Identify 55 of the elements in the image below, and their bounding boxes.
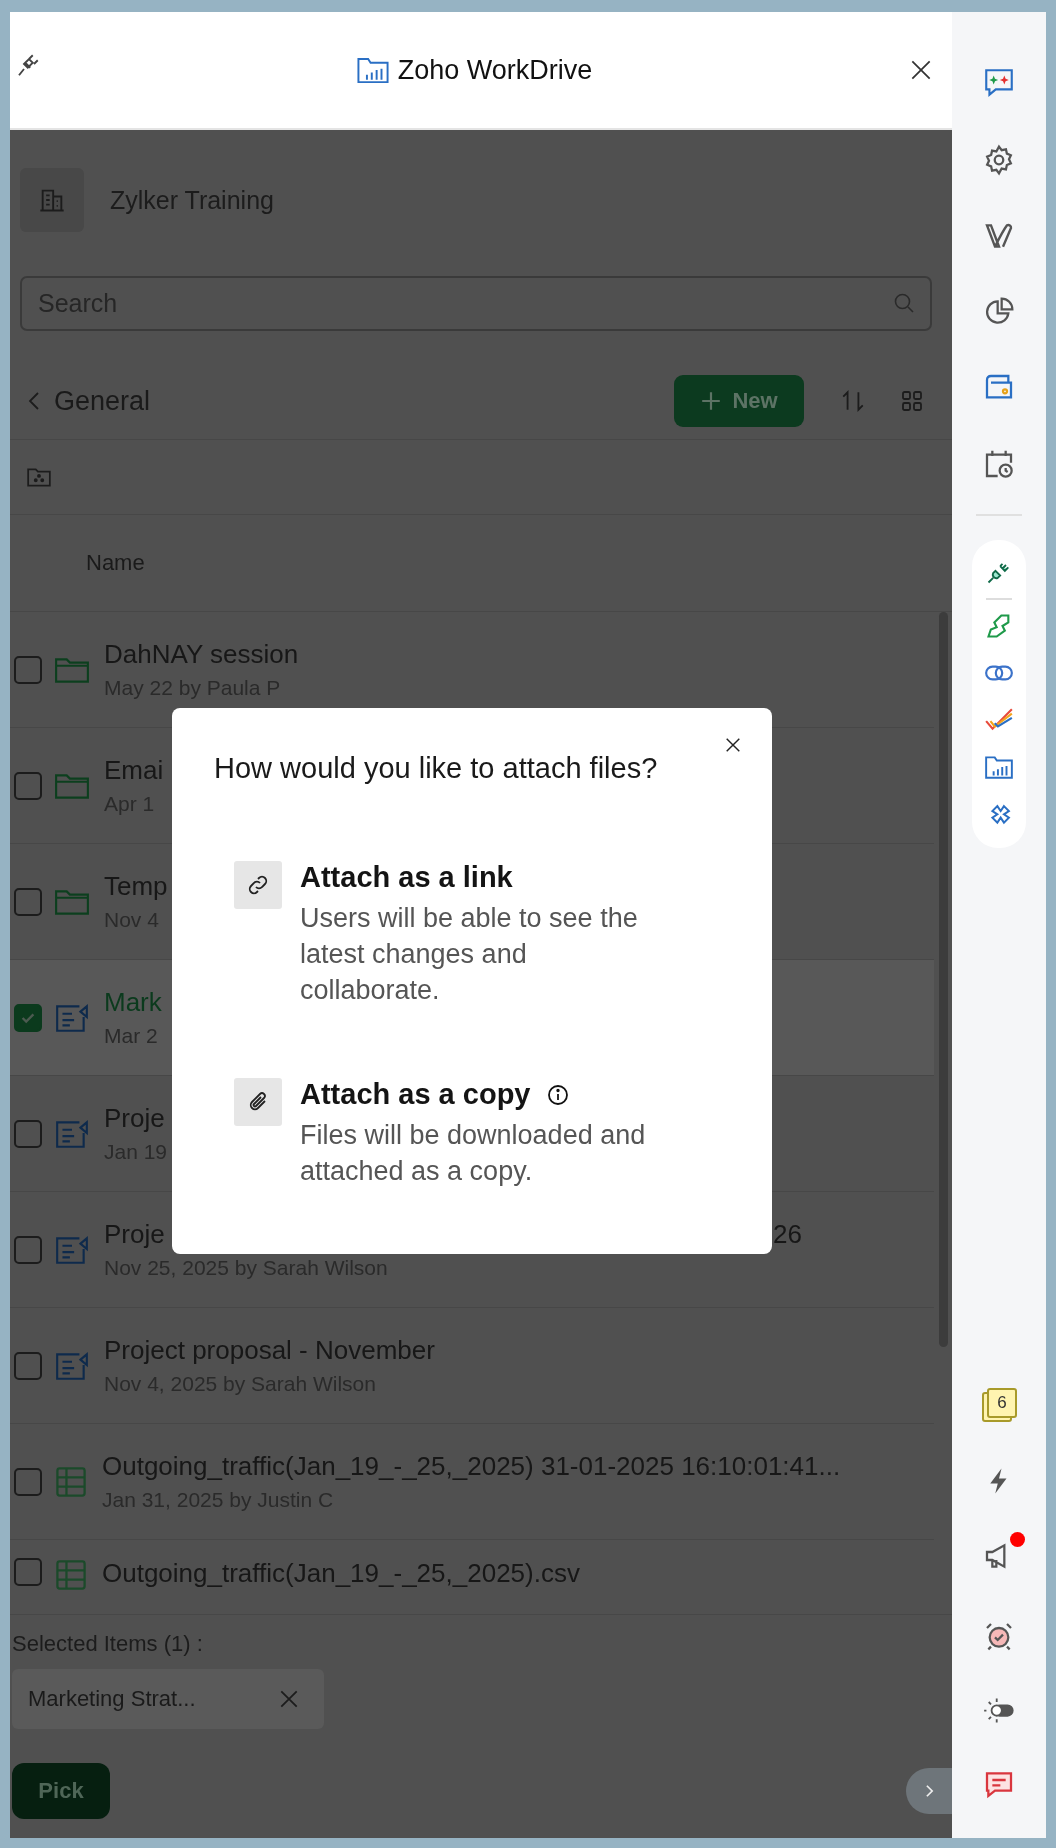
chip-label: Marketing Strat...: [28, 1686, 196, 1712]
checkbox[interactable]: [14, 1351, 42, 1380]
checkbox[interactable]: [14, 1467, 42, 1496]
app-title: Zoho WorkDrive: [397, 54, 593, 86]
file-name: 26: [773, 1219, 802, 1250]
new-button[interactable]: New: [674, 375, 804, 427]
settings-icon[interactable]: [983, 144, 1015, 176]
document-icon: [54, 1233, 90, 1266]
search-icon: [892, 291, 916, 315]
checkbox[interactable]: [14, 1235, 42, 1264]
file-name: Temp: [104, 871, 168, 902]
info-icon[interactable]: [546, 1082, 571, 1107]
attach-option[interactable]: Attach as a copy Files will be downloaded and attached as a copy.: [214, 1078, 732, 1189]
file-name: Outgoing_traffic(Jan_19_-_25,_2025) 31-01-2025 16:10:01:41...: [102, 1451, 841, 1482]
checkbox[interactable]: [14, 655, 42, 684]
file-row[interactable]: Outgoing_traffic(Jan_19_-_25,_2025).csv: [10, 1540, 934, 1614]
plus-icon: [700, 390, 723, 412]
chevron-left-icon: [28, 391, 40, 411]
attach-option[interactable]: Attach as a link Users will be able to see the latest changes and collaborate.: [214, 861, 732, 1008]
folder-chart-icon: [355, 55, 390, 85]
folder-chart-icon[interactable]: [984, 754, 1014, 780]
double-check-icon[interactable]: [984, 706, 1014, 732]
file-name: DahNAY session: [104, 639, 299, 670]
file-name: Emai: [104, 755, 164, 786]
document-icon: [54, 1117, 90, 1150]
calendar-clock-icon[interactable]: [983, 448, 1015, 480]
file-name: Proje: [104, 1219, 165, 1250]
dialog-title: How would you like to attach files?: [214, 752, 659, 785]
document-icon: [54, 1001, 90, 1034]
checkbox[interactable]: [14, 1003, 42, 1032]
close-button[interactable]: [724, 736, 742, 754]
file-name: Proje: [104, 1103, 165, 1134]
spreadsheet-icon: [54, 1558, 88, 1592]
option-description: Files will be downloaded and attached as a copy.: [300, 1119, 647, 1188]
spreadsheet-icon: [54, 1464, 88, 1499]
checkbox[interactable]: [14, 887, 42, 916]
pick-button[interactable]: Pick: [12, 1763, 110, 1819]
building-icon: [20, 168, 84, 232]
theme-toggle-icon[interactable]: [983, 1696, 1015, 1724]
file-name: Mark: [104, 987, 162, 1018]
chevron-right-icon: [924, 1784, 934, 1798]
paperclip-icon: [234, 1078, 282, 1126]
option-title: Attach as a copy: [300, 1078, 531, 1111]
checkbox[interactable]: [14, 771, 42, 800]
link-icon: [234, 861, 282, 909]
checkbox[interactable]: [14, 1119, 42, 1148]
file-name: Outgoing_traffic(Jan_19_-_25,_2025).csv: [102, 1558, 580, 1589]
close-icon: [724, 736, 742, 754]
option-title: Attach as a link: [300, 861, 513, 894]
checkbox[interactable]: [14, 1558, 42, 1586]
file-name: Project proposal - November: [104, 1335, 435, 1366]
document-icon: [54, 1349, 90, 1382]
option-description: Users will be able to see the latest changes and collaborate.: [300, 902, 639, 1007]
remove-icon[interactable]: [278, 1688, 300, 1710]
chat-sparkle-icon[interactable]: [982, 66, 1016, 100]
